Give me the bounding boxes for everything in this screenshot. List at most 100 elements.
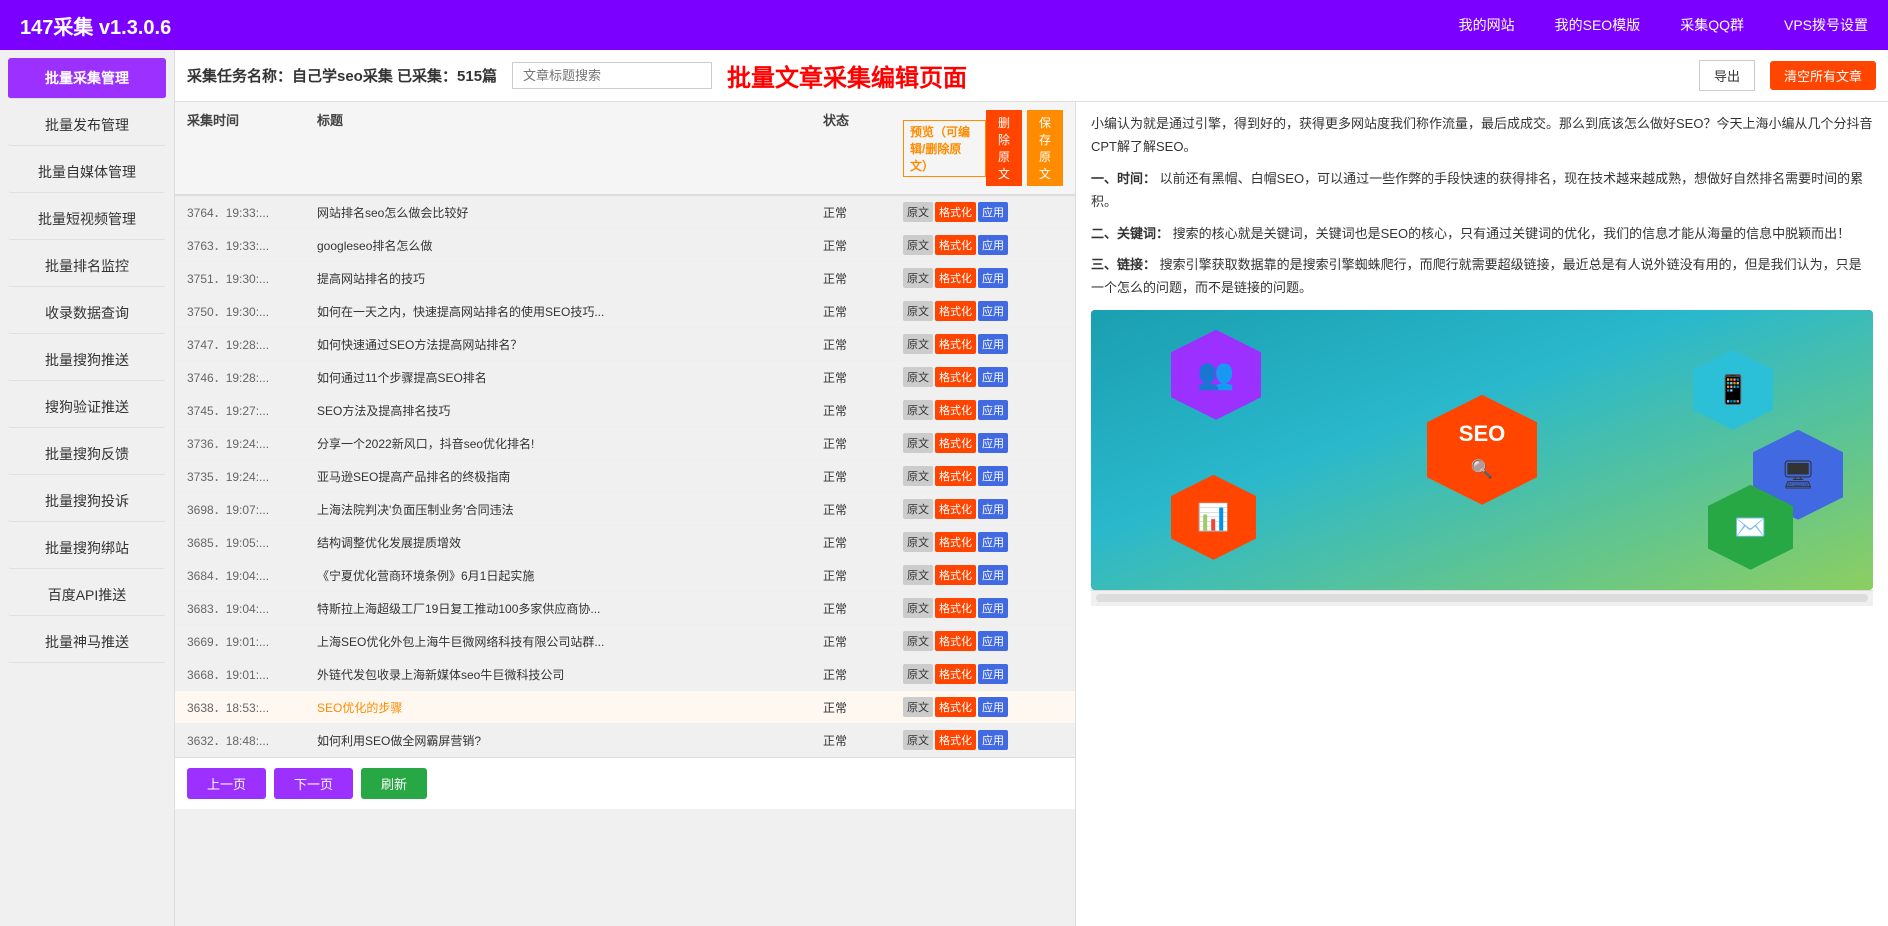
table-row[interactable]: 3751．19:30:... 提高网站排名的技巧 正常 原文 格式化 应用: [175, 262, 1075, 295]
row-title-13[interactable]: 上海SEO优化外包上海牛巨微网络科技有限公司站群...: [317, 633, 823, 650]
row-btn-format-0[interactable]: 格式化: [935, 202, 976, 222]
row-title-4[interactable]: 如何快速通过SEO方法提高网站排名？: [317, 336, 823, 353]
row-btn-apply-5[interactable]: 应用: [978, 367, 1008, 387]
table-row[interactable]: 3735．19:24:... 亚马逊SEO提高产品排名的终极指南 正常 原文 格…: [175, 460, 1075, 493]
row-title-6[interactable]: SEO方法及提高排名技巧: [317, 402, 823, 419]
table-row[interactable]: 3736．19:24:... 分享一个2022新风口，抖音seo优化排名! 正常…: [175, 427, 1075, 460]
row-title-7[interactable]: 分享一个2022新风口，抖音seo优化排名!: [317, 435, 823, 452]
row-title-5[interactable]: 如何通过11个步骤提高SEO排名: [317, 369, 823, 386]
row-btn-apply-1[interactable]: 应用: [978, 235, 1008, 255]
row-title-1[interactable]: googleseo排名怎么做: [317, 237, 823, 254]
row-btn-orig-0[interactable]: 原文: [903, 202, 933, 222]
row-btn-format-9[interactable]: 格式化: [935, 499, 976, 519]
table-row[interactable]: 3745．19:27:... SEO方法及提高排名技巧 正常 原文 格式化 应用: [175, 394, 1075, 427]
row-btn-format-5[interactable]: 格式化: [935, 367, 976, 387]
sidebar-item-batch-sogou-push[interactable]: 批量搜狗推送: [8, 340, 166, 381]
sidebar-item-batch-publish[interactable]: 批量发布管理: [8, 105, 166, 146]
row-btn-apply-11[interactable]: 应用: [978, 565, 1008, 585]
table-row[interactable]: 3764．19:33:... 网站排名seo怎么做会比较好 正常 原文 格式化 …: [175, 196, 1075, 229]
row-btn-apply-9[interactable]: 应用: [978, 499, 1008, 519]
sidebar-item-batch-rank[interactable]: 批量排名监控: [8, 246, 166, 287]
row-btn-apply-2[interactable]: 应用: [978, 268, 1008, 288]
row-btn-apply-14[interactable]: 应用: [978, 664, 1008, 684]
row-btn-format-2[interactable]: 格式化: [935, 268, 976, 288]
row-btn-apply-6[interactable]: 应用: [978, 400, 1008, 420]
table-row[interactable]: 3638．18:53:... SEO优化的步骤 正常 原文 格式化 应用: [175, 691, 1075, 724]
row-title-8[interactable]: 亚马逊SEO提高产品排名的终极指南: [317, 468, 823, 485]
row-btn-format-7[interactable]: 格式化: [935, 433, 976, 453]
save-orig-button[interactable]: 保存原文: [1027, 110, 1063, 186]
row-btn-format-3[interactable]: 格式化: [935, 301, 976, 321]
export-button[interactable]: 导出: [1699, 60, 1755, 91]
nav-vps-settings[interactable]: VPS拨号设置: [1784, 15, 1868, 35]
table-row[interactable]: 3750．19:30:... 如何在一天之内，快速提高网站排名的使用SEO技巧.…: [175, 295, 1075, 328]
row-title-12[interactable]: 特斯拉上海超级工厂19日复工推动100多家供应商协...: [317, 600, 823, 617]
row-btn-format-6[interactable]: 格式化: [935, 400, 976, 420]
nav-my-website[interactable]: 我的网站: [1459, 15, 1515, 35]
sidebar-item-batch-video[interactable]: 批量短视频管理: [8, 199, 166, 240]
row-btn-orig-13[interactable]: 原文: [903, 631, 933, 651]
row-btn-orig-15[interactable]: 原文: [903, 697, 933, 717]
row-btn-format-8[interactable]: 格式化: [935, 466, 976, 486]
row-btn-orig-5[interactable]: 原文: [903, 367, 933, 387]
row-btn-format-1[interactable]: 格式化: [935, 235, 976, 255]
row-btn-apply-4[interactable]: 应用: [978, 334, 1008, 354]
row-btn-orig-10[interactable]: 原文: [903, 532, 933, 552]
row-btn-orig-9[interactable]: 原文: [903, 499, 933, 519]
sidebar-item-batch-media[interactable]: 批量自媒体管理: [8, 152, 166, 193]
table-row[interactable]: 3685．19:05:... 结构调整优化发展提质增效 正常 原文 格式化 应用: [175, 526, 1075, 559]
table-row[interactable]: 3684．19:04:... 《宁夏优化营商环境条例》6月1日起实施 正常 原文…: [175, 559, 1075, 592]
next-page-button[interactable]: 下一页: [274, 768, 353, 799]
row-btn-apply-3[interactable]: 应用: [978, 301, 1008, 321]
row-btn-orig-3[interactable]: 原文: [903, 301, 933, 321]
row-btn-orig-4[interactable]: 原文: [903, 334, 933, 354]
row-btn-orig-2[interactable]: 原文: [903, 268, 933, 288]
row-btn-apply-15[interactable]: 应用: [978, 697, 1008, 717]
row-btn-apply-16[interactable]: 应用: [978, 730, 1008, 750]
row-btn-format-11[interactable]: 格式化: [935, 565, 976, 585]
table-row[interactable]: 3668．19:01:... 外链代发包收录上海新媒体seo牛巨微科技公司 正常…: [175, 658, 1075, 691]
search-input[interactable]: [512, 62, 712, 89]
row-btn-apply-0[interactable]: 应用: [978, 202, 1008, 222]
row-btn-orig-12[interactable]: 原文: [903, 598, 933, 618]
row-btn-orig-1[interactable]: 原文: [903, 235, 933, 255]
sidebar-item-baidu-api-push[interactable]: 百度API推送: [8, 575, 166, 616]
row-title-14[interactable]: 外链代发包收录上海新媒体seo牛巨微科技公司: [317, 666, 823, 683]
table-row[interactable]: 3746．19:28:... 如何通过11个步骤提高SEO排名 正常 原文 格式…: [175, 361, 1075, 394]
row-title-0[interactable]: 网站排名seo怎么做会比较好: [317, 204, 823, 221]
table-row[interactable]: 3683．19:04:... 特斯拉上海超级工厂19日复工推动100多家供应商协…: [175, 592, 1075, 625]
row-btn-format-13[interactable]: 格式化: [935, 631, 976, 651]
sidebar-item-batch-shenma-push[interactable]: 批量神马推送: [8, 622, 166, 663]
table-row[interactable]: 3632．18:48:... 如何利用SEO做全网霸屏营销? 正常 原文 格式化…: [175, 724, 1075, 757]
row-btn-orig-8[interactable]: 原文: [903, 466, 933, 486]
row-btn-orig-6[interactable]: 原文: [903, 400, 933, 420]
row-btn-format-4[interactable]: 格式化: [935, 334, 976, 354]
row-btn-apply-12[interactable]: 应用: [978, 598, 1008, 618]
table-row[interactable]: 3669．19:01:... 上海SEO优化外包上海牛巨微网络科技有限公司站群.…: [175, 625, 1075, 658]
table-row[interactable]: 3698．19:07:... 上海法院判决'负面压制业务'合同违法 正常 原文 …: [175, 493, 1075, 526]
row-btn-format-16[interactable]: 格式化: [935, 730, 976, 750]
sidebar-item-batch-sogou-bind[interactable]: 批量搜狗绑站: [8, 528, 166, 569]
clear-all-button[interactable]: 清空所有文章: [1770, 61, 1876, 90]
row-btn-apply-10[interactable]: 应用: [978, 532, 1008, 552]
sidebar-item-record-query[interactable]: 收录数据查询: [8, 293, 166, 334]
sidebar-item-batch-collect[interactable]: 批量采集管理: [8, 58, 166, 99]
sidebar-item-batch-sogou-feedback[interactable]: 批量搜狗反馈: [8, 434, 166, 475]
row-btn-apply-8[interactable]: 应用: [978, 466, 1008, 486]
row-title-2[interactable]: 提高网站排名的技巧: [317, 270, 823, 287]
row-btn-format-12[interactable]: 格式化: [935, 598, 976, 618]
row-btn-orig-11[interactable]: 原文: [903, 565, 933, 585]
prev-page-button[interactable]: 上一页: [187, 768, 266, 799]
delete-orig-button[interactable]: 删除原文: [986, 110, 1022, 186]
nav-qq-group[interactable]: 采集QQ群: [1680, 15, 1744, 35]
table-row[interactable]: 3747．19:28:... 如何快速通过SEO方法提高网站排名？ 正常 原文 …: [175, 328, 1075, 361]
row-title-11[interactable]: 《宁夏优化营商环境条例》6月1日起实施: [317, 567, 823, 584]
row-btn-orig-16[interactable]: 原文: [903, 730, 933, 750]
nav-seo-template[interactable]: 我的SEO模版: [1555, 15, 1641, 35]
row-btn-orig-7[interactable]: 原文: [903, 433, 933, 453]
row-btn-apply-13[interactable]: 应用: [978, 631, 1008, 651]
row-title-10[interactable]: 结构调整优化发展提质增效: [317, 534, 823, 551]
row-title-16[interactable]: 如何利用SEO做全网霸屏营销?: [317, 732, 823, 749]
refresh-button[interactable]: 刷新: [361, 768, 427, 799]
row-btn-orig-14[interactable]: 原文: [903, 664, 933, 684]
